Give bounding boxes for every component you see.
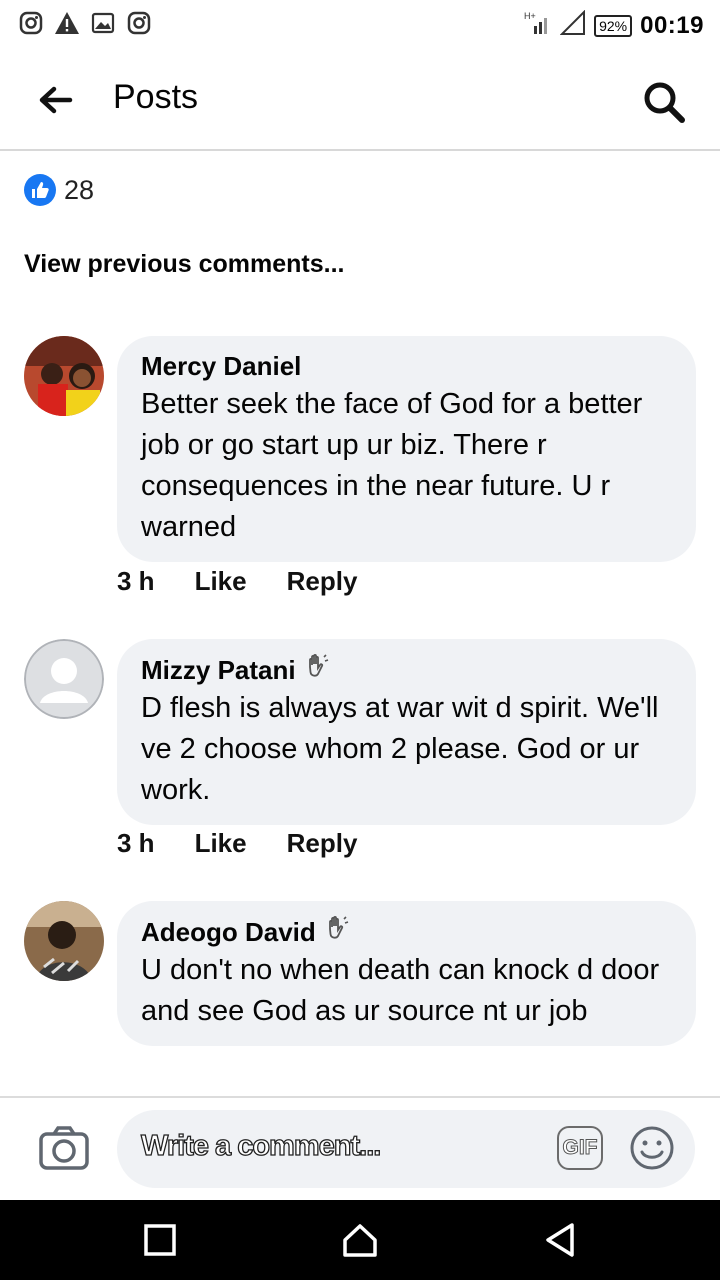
view-previous-comments-link[interactable]: View previous comments... [24, 250, 344, 279]
page-title: Posts [113, 78, 199, 116]
top-app-bar: Posts [0, 48, 720, 151]
svg-text:H+: H+ [524, 11, 536, 21]
home-icon[interactable] [340, 1220, 380, 1260]
signal-icon [559, 9, 586, 41]
comment-text: Better seek the face of God for a better… [141, 388, 643, 543]
recents-icon[interactable] [140, 1220, 180, 1260]
comment-bubble[interactable]: Adeogo David U don't no when death can k… [117, 901, 696, 1046]
reply-button[interactable]: Reply [287, 828, 358, 859]
warning-icon [54, 10, 80, 36]
comment-author[interactable]: Mizzy Patani [141, 654, 296, 686]
instagram-icon [126, 10, 152, 36]
camera-icon[interactable] [38, 1122, 90, 1174]
system-navigation-bar [0, 1200, 720, 1280]
like-button[interactable]: Like [195, 566, 247, 597]
search-icon[interactable] [642, 80, 686, 124]
comment-text: D flesh is always at war wit d spirit. W… [141, 692, 659, 806]
avatar[interactable] [24, 336, 104, 416]
arrow-left-icon[interactable] [36, 80, 76, 120]
battery-indicator: 92% [594, 14, 633, 37]
comment-timestamp: 3 h [117, 828, 155, 858]
comment-text: U don't no when death can knock d door a… [141, 954, 660, 1027]
comment-bubble[interactable]: Mizzy Patani D flesh is always at war wi… [117, 639, 696, 825]
clock: 00:19 [640, 11, 704, 39]
instagram-icon [18, 10, 44, 36]
data-signal-icon: H+ [524, 10, 552, 41]
comment-author[interactable]: Mercy Daniel [141, 350, 301, 382]
comment-bubble[interactable]: Mercy Daniel Better seek the face of God… [117, 336, 696, 562]
waving-hand-icon [324, 915, 350, 948]
comment-composer: Write a comment... GIF [0, 1096, 720, 1200]
comment-input[interactable]: Write a comment... GIF [117, 1110, 695, 1188]
reply-button[interactable]: Reply [287, 566, 358, 597]
avatar[interactable] [24, 901, 104, 981]
status-bar: H+ 92% 00:19 [0, 0, 720, 48]
smiley-icon[interactable] [629, 1125, 675, 1171]
image-icon [90, 10, 116, 36]
like-count: 28 [64, 174, 95, 205]
avatar[interactable] [24, 639, 104, 719]
waving-hand-icon [304, 653, 330, 686]
like-button[interactable]: Like [195, 828, 247, 859]
comment-timestamp: 3 h [117, 566, 155, 596]
comment-actions: 3 h Like Reply [117, 566, 357, 597]
comment-actions: 3 h Like Reply [117, 828, 357, 859]
thumbs-up-icon [24, 174, 56, 206]
comment-author[interactable]: Adeogo David [141, 916, 316, 948]
comment-input-placeholder: Write a comment... [140, 1129, 382, 1162]
back-triangle-icon[interactable] [540, 1220, 580, 1260]
reaction-summary[interactable]: 28 [24, 174, 94, 206]
gif-button[interactable]: GIF [557, 1126, 603, 1170]
